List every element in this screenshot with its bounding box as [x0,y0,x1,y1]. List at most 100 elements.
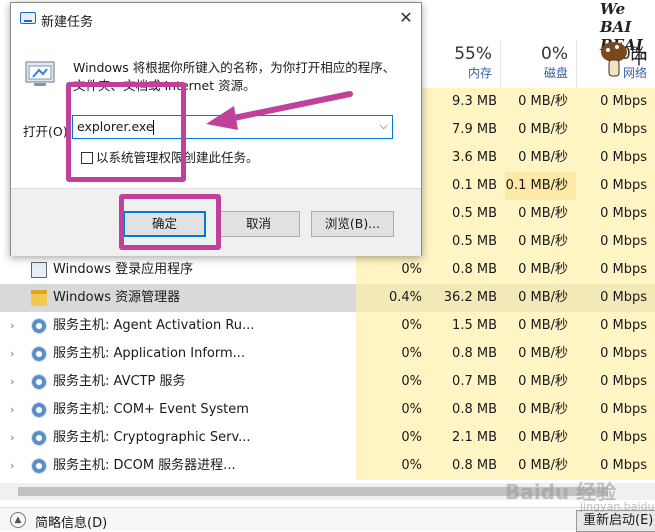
open-label: 打开(O): [23,124,72,139]
process-name: Windows 登录应用程序 [53,262,194,277]
restart-button[interactable]: 重新启动(E) [576,510,655,532]
network-cell: 0 Mbps [576,284,655,312]
memory-cell: 0.8 MB [430,452,505,480]
network-cell: 0 Mbps [576,256,655,284]
cpu-cell: 0.4% [356,284,430,312]
network-cell: 0 Mbps [576,424,655,452]
expand-chevron-icon[interactable]: › [10,340,14,368]
expand-chevron-icon[interactable]: › [10,368,14,396]
run-app-icon [20,12,36,24]
chevron-up-icon[interactable]: ▲ [10,512,26,528]
disk-cell: 0 MB/秒 [505,88,576,116]
memory-cell: 0.1 MB [430,172,505,200]
disk-column-header[interactable]: 0% 磁盘 [500,40,576,88]
mushroom-icon [601,42,627,77]
disk-percent: 0% [541,44,568,64]
memory-cell: 7.9 MB [430,116,505,144]
process-name: 服务主机: COM+ Event System [53,402,249,417]
memory-cell: 0.7 MB [430,368,505,396]
service-gear-icon [31,374,47,390]
table-row[interactable]: Windows 登录应用程序 0% 0.8 MB 0 MB/秒 0 Mbps [0,256,655,284]
cpu-cell: 0% [356,368,430,396]
memory-cell: 9.3 MB [430,88,505,116]
cpu-cell: 0% [356,312,430,340]
network-cell: 0 Mbps [576,172,655,200]
network-cell: 0 Mbps [576,312,655,340]
disk-cell: 0 MB/秒 [505,424,576,452]
memory-cell: 36.2 MB [430,284,505,312]
disk-cell: 0 MB/秒 [505,368,576,396]
table-row[interactable]: › 服务主机: Agent Activation Ru... 0% 1.5 MB 0 M… [0,312,655,340]
logo-zh-text: 中 [630,48,648,69]
disk-cell: 0 MB/秒 [505,144,576,172]
process-name: 服务主机: Cryptographic Serv... [53,430,251,445]
table-row[interactable]: Windows 资源管理器 0.4% 36.2 MB 0 MB/秒 0 Mbps [0,284,655,312]
table-row[interactable]: › 服务主机: COM+ Event System 0% 0.8 MB 0 MB/秒 0 … [0,396,655,424]
window-icon [31,262,47,278]
service-gear-icon [31,318,47,334]
disk-label: 磁盘 [543,66,568,80]
close-icon[interactable]: ✕ [391,3,421,33]
table-row[interactable]: › 服务主机: AVCTP 服务 0% 0.7 MB 0 MB/秒 0 Mbps [0,368,655,396]
network-cell: 0 Mbps [576,200,655,228]
status-bar: ▲ 简略信息(D) 重新启动(E) [0,507,655,532]
process-name: 服务主机: Agent Activation Ru... [53,318,255,333]
highlight-box-ok [119,194,221,250]
cpu-cell: 0% [356,340,430,368]
chevron-down-icon[interactable]: ⌵ [380,119,388,133]
cpu-cell: 0% [356,396,430,424]
memory-cell: 0.5 MB [430,228,505,256]
disk-cell: 0 MB/秒 [505,228,576,256]
dialog-titlebar: 新建任务 ✕ [11,3,421,35]
cancel-button[interactable]: 取消 [217,211,300,237]
dialog-title: 新建任务 [41,15,94,30]
process-name: 服务主机: DCOM 服务器进程... [53,458,236,473]
cpu-cell: 0% [356,424,430,452]
network-cell: 0 Mbps [576,368,655,396]
network-cell: 0 Mbps [576,228,655,256]
disk-cell: 0 MB/秒 [505,116,576,144]
cpu-cell: 0% [356,452,430,480]
corner-logo: We BAI BEAI 中 [600,0,655,98]
watermark-url: jingyan.baidu.com [580,500,655,513]
network-cell: 0 Mbps [576,396,655,424]
memory-cell: 0.5 MB [430,200,505,228]
memory-column-header[interactable]: 55% 内存 [420,40,500,88]
disk-cell: 0 MB/秒 [505,312,576,340]
browse-button[interactable]: 浏览(B)... [311,211,394,237]
folder-icon [31,290,47,306]
run-window-icon [25,61,55,86]
memory-cell: 2.1 MB [430,424,505,452]
service-gear-icon [31,346,47,362]
memory-cell: 0.8 MB [430,340,505,368]
memory-cell: 3.6 MB [430,144,505,172]
table-row[interactable]: › 服务主机: Cryptographic Serv... 0% 2.1 MB 0 MB… [0,424,655,452]
annotation-arrow-icon [206,91,353,130]
highlight-box-input [66,82,186,182]
table-row[interactable]: › 服务主机: Application Inform... 0% 0.8 MB 0 MB… [0,340,655,368]
process-name: Windows 资源管理器 [53,290,181,305]
disk-cell: 0 MB/秒 [505,396,576,424]
process-name: 服务主机: Application Inform... [53,346,246,361]
fewer-details-link[interactable]: 简略信息(D) [35,512,107,531]
cpu-cell: 0% [356,256,430,284]
network-cell: 0 Mbps [576,116,655,144]
service-gear-icon [31,430,47,446]
process-name: 服务主机: AVCTP 服务 [53,374,186,389]
network-cell: 0 Mbps [576,340,655,368]
expand-chevron-icon[interactable]: › [10,312,14,340]
memory-label: 内存 [467,66,492,80]
disk-cell: 0.1 MB/秒 [505,172,576,200]
service-gear-icon [31,402,47,418]
expand-chevron-icon[interactable]: › [10,396,14,424]
expand-chevron-icon[interactable]: › [10,424,14,452]
network-cell: 0 Mbps [576,144,655,172]
expand-chevron-icon[interactable]: › [10,452,14,480]
memory-percent: 55% [454,44,492,64]
memory-cell: 1.5 MB [430,312,505,340]
disk-cell: 0 MB/秒 [505,200,576,228]
memory-cell: 0.8 MB [430,256,505,284]
memory-cell: 0.8 MB [430,396,505,424]
service-gear-icon [31,458,47,474]
disk-cell: 0 MB/秒 [505,284,576,312]
